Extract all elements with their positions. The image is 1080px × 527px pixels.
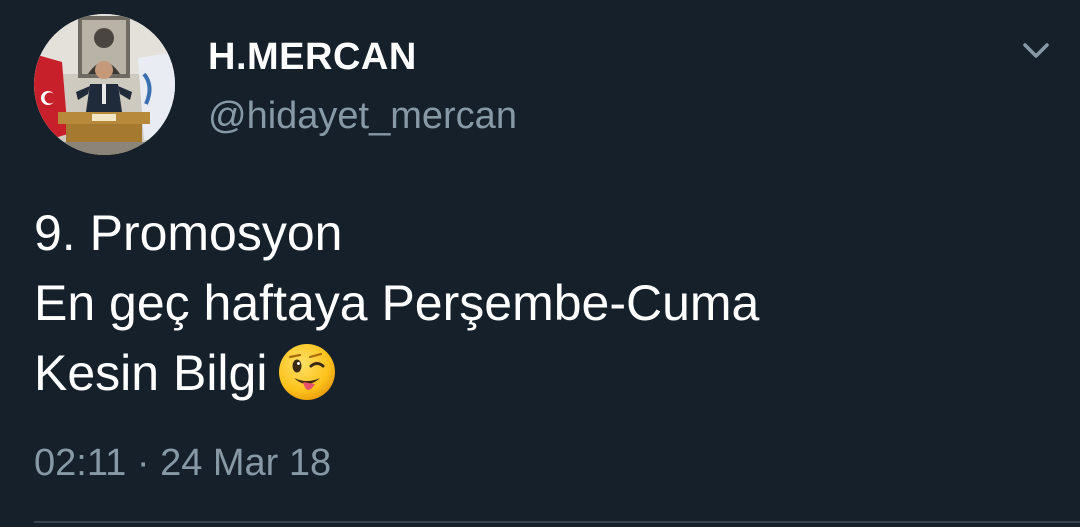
author-handle[interactable]: @hidayet_mercan — [208, 95, 517, 138]
avatar[interactable] — [34, 14, 175, 155]
timestamp-separator: · — [136, 442, 150, 484]
tweet-text-line: En geç haftaya Perşembe-Cuma — [34, 275, 760, 331]
avatar-photo-icon — [34, 14, 175, 155]
tweet-text-line: 9. Promosyon — [34, 205, 343, 261]
divider — [34, 521, 1080, 523]
tweet: H.MERCAN @hidayet_mercan 9. Promosyon En… — [0, 0, 1080, 527]
winking-face-with-tongue-icon — [277, 342, 337, 402]
chevron-down-icon[interactable] — [1018, 36, 1054, 66]
tweet-time: 02:11 — [34, 442, 127, 484]
tweet-text-segment: Kesin Bilgi — [34, 345, 268, 401]
tweet-text-line: Kesin Bilgi — [34, 338, 759, 408]
tweet-text: 9. Promosyon En geç haftaya Perşembe-Cum… — [34, 198, 759, 408]
author-display-name[interactable]: H.MERCAN — [208, 36, 417, 79]
tweet-timestamp[interactable]: 02:11 · 24 Mar 18 — [34, 442, 331, 485]
tweet-date: 24 Mar 18 — [160, 442, 332, 484]
